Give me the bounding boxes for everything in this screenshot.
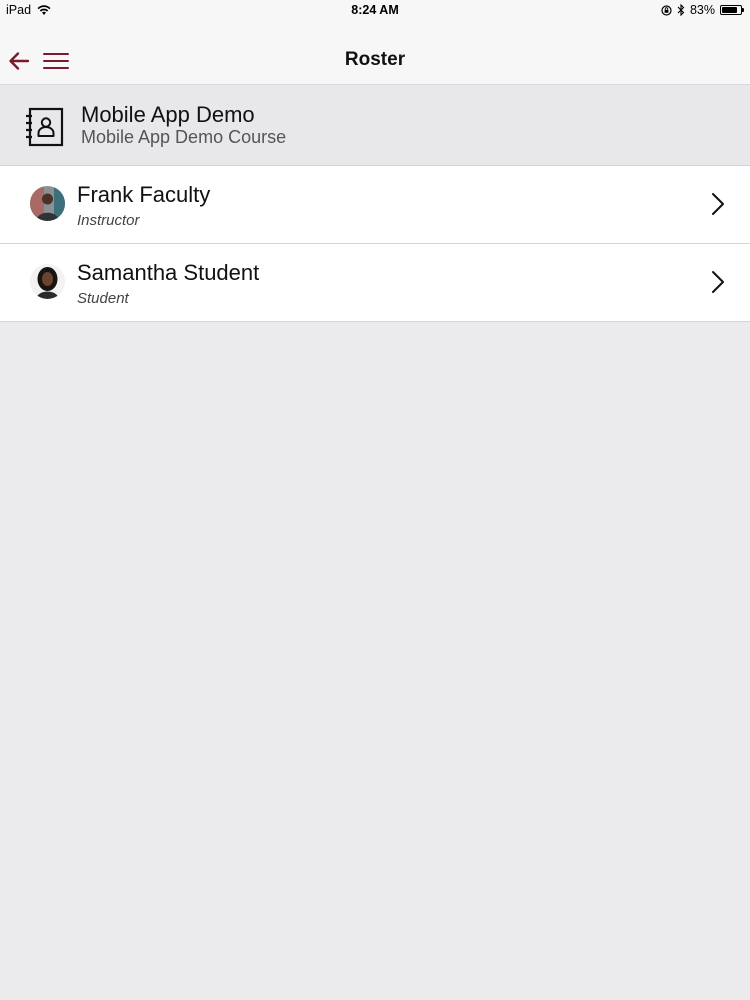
orientation-lock-icon [661, 4, 672, 16]
person-role: Student [77, 290, 129, 307]
battery-percent: 83% [689, 3, 715, 17]
person-name: Samantha Student [77, 260, 260, 285]
person-name: Frank Faculty [77, 182, 211, 207]
avatar [30, 264, 65, 299]
course-subtitle: Mobile App Demo Course [81, 127, 287, 147]
status-time: 8:24 AM [351, 3, 399, 17]
roster-row-samantha-student[interactable]: Samantha Student Student [0, 244, 750, 322]
battery-icon [720, 5, 744, 15]
avatar [30, 186, 65, 221]
roster-list: Frank Faculty Instructor Samantha Studen… [0, 166, 750, 322]
person-role: Instructor [77, 212, 140, 229]
bluetooth-icon [677, 4, 685, 16]
navigation-bar: Roster [0, 20, 750, 85]
chevron-right-icon [712, 193, 724, 215]
course-header: Mobile App Demo Mobile App Demo Course [0, 85, 750, 166]
chevron-right-icon [712, 271, 724, 293]
page-title: Roster [344, 49, 406, 70]
roster-row-frank-faculty[interactable]: Frank Faculty Instructor [0, 166, 750, 244]
course-title: Mobile App Demo [81, 102, 255, 127]
status-right: 83% [661, 3, 744, 17]
battery-level [722, 7, 737, 13]
status-bar: iPad 8:24 AM 83% [0, 0, 750, 20]
contact-book-icon [26, 107, 64, 147]
